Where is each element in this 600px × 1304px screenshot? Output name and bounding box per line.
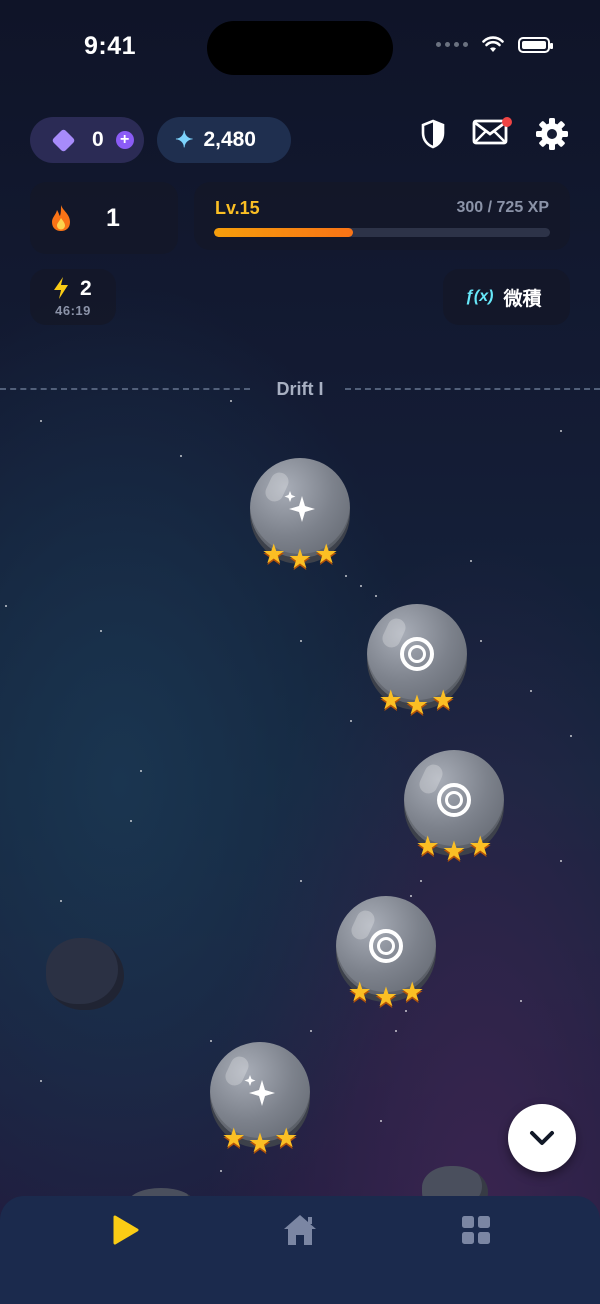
signal-icon — [436, 42, 468, 47]
dynamic-island — [207, 21, 393, 75]
sparkle-icon — [284, 491, 315, 522]
energy-timer: 46:19 — [55, 303, 91, 318]
add-gems-icon[interactable]: + — [115, 131, 134, 149]
tab-grid[interactable] — [456, 1210, 496, 1250]
gem-icon — [51, 127, 76, 153]
section-divider: Drift I — [0, 379, 600, 399]
gear-icon[interactable] — [534, 116, 570, 152]
level-node-5[interactable]: ★ ★ ★ — [210, 1042, 310, 1157]
function-icon: ƒ(x) — [465, 288, 494, 305]
node-stars: ★ ★ ★ — [415, 831, 493, 866]
streak-card[interactable]: 1 — [30, 182, 178, 254]
node-stars: ★ ★ ★ — [347, 977, 425, 1012]
target-icon — [369, 929, 403, 963]
chevron-down-icon — [530, 1131, 554, 1145]
node-stars: ★ ★ ★ — [378, 685, 456, 720]
spark-balance[interactable]: ✦ 2,480 — [157, 117, 291, 163]
gem-count: 0 — [92, 128, 104, 151]
level-label: Lv.15 — [215, 198, 260, 218]
sparkle-icon: ✦ — [175, 127, 194, 152]
xp-progress-bar — [214, 228, 550, 237]
asteroid-decoration — [46, 938, 124, 1010]
energy-card[interactable]: 2 46:19 — [30, 269, 116, 325]
xp-progress-fill — [214, 228, 354, 237]
notification-dot — [502, 116, 512, 127]
course-label: 微積 — [503, 288, 542, 310]
level-node-3[interactable]: ★ ★ ★ — [404, 750, 504, 865]
gem-balance[interactable]: 0 + — [30, 117, 144, 163]
level-node-2[interactable]: ★ ★ ★ — [367, 604, 467, 719]
node-stars: ★ ★ ★ — [221, 1123, 299, 1158]
streak-count: 1 — [106, 203, 120, 232]
mail-button[interactable] — [472, 116, 512, 150]
level-card[interactable]: Lv.15 300 / 725 XP — [194, 182, 570, 250]
level-node-1[interactable]: ★ ★ ★ — [250, 458, 350, 573]
target-icon — [400, 637, 434, 671]
spark-count: 2,480 — [203, 128, 256, 151]
wifi-icon — [482, 36, 504, 52]
course-selector[interactable]: ƒ(x) 微積 — [443, 269, 570, 325]
play-icon — [113, 1215, 139, 1245]
node-stars: ★ ★ ★ — [261, 539, 339, 574]
energy-count: 2 — [80, 277, 92, 300]
xp-label: 300 / 725 XP — [456, 199, 549, 216]
lightning-icon — [54, 277, 68, 299]
home-icon — [284, 1215, 316, 1245]
top-actions — [420, 116, 570, 152]
grid-icon — [462, 1216, 490, 1244]
tab-home[interactable] — [280, 1210, 320, 1250]
tab-bar — [0, 1196, 600, 1304]
fire-icon — [52, 205, 70, 231]
tab-play[interactable] — [105, 1210, 145, 1250]
status-bar: 9:41 — [0, 0, 600, 96]
battery-icon — [518, 36, 553, 53]
status-indicators — [436, 36, 553, 53]
level-node-4[interactable]: ★ ★ ★ — [336, 896, 436, 1011]
scroll-down-button[interactable] — [508, 1104, 576, 1172]
screen: 9:41 0 + ✦ 2,480 1 Lv.15 300 / 725 XP 2 … — [0, 0, 600, 1304]
sparkle-icon — [244, 1075, 275, 1106]
section-title: Drift I — [276, 379, 324, 399]
status-time: 9:41 — [84, 32, 137, 60]
target-icon — [437, 783, 471, 817]
shield-icon[interactable] — [420, 119, 446, 149]
